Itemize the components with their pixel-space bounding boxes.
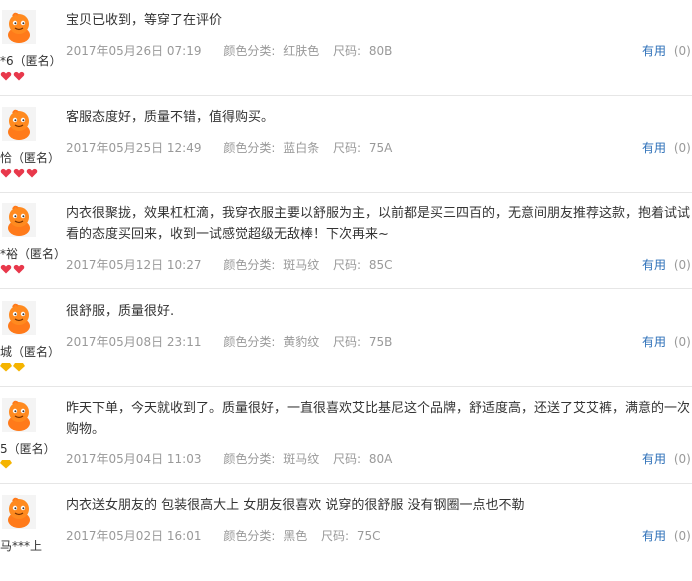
review-item: 恰（匿名） 客服态度好，质量不错，值得购买。 2017年05月25日 12:49… (0, 97, 692, 193)
avatar[interactable] (2, 10, 36, 44)
useful-button[interactable]: 有用 (642, 529, 666, 543)
useful-button[interactable]: 有用 (642, 44, 666, 58)
useful-vote: 有用 (0) (642, 450, 691, 467)
review-item: *6（匿名） 宝贝已收到，等穿了在评价 2017年05月26日 07:19 颜色… (0, 0, 692, 96)
avatar-icon (2, 203, 36, 237)
color-value: 红肤色 (283, 44, 320, 58)
review-item: 马***上 内衣送女朋友的 包装很高大上 女朋友很喜欢 说穿的很舒服 没有钢圈一… (0, 485, 692, 581)
review-text: 宝贝已收到，等穿了在评价 (66, 13, 223, 28)
review-date: 2017年05月04日 11:03 (66, 452, 202, 466)
useful-count: (0) (673, 141, 691, 155)
review-meta: 2017年05月26日 07:19 颜色分类: 红肤色 尺码: 80B (66, 42, 392, 59)
size-label: 尺码: (321, 529, 350, 543)
review-date: 2017年05月25日 12:49 (66, 141, 202, 155)
review-text: 昨天下单，今天就收到了。质量很好，一直很喜欢艾比基尼这个品牌，舒适度高，还送了艾… (66, 401, 691, 437)
review-meta: 2017年05月08日 23:11 颜色分类: 黄豹纹 尺码: 75B (66, 333, 392, 350)
review-date: 2017年05月26日 07:19 (66, 44, 202, 58)
review-meta: 2017年05月02日 16:01 颜色分类: 黑色 尺码: 75C (66, 527, 381, 544)
avatar[interactable] (2, 495, 36, 529)
size-value: 75C (356, 529, 381, 543)
diamond-level-icon (0, 363, 12, 372)
useful-count: (0) (673, 44, 691, 58)
review-item: 5（匿名） 昨天下单，今天就收到了。质量很好，一直很喜欢艾比基尼这个品牌，舒适度… (0, 388, 692, 484)
color-label: 颜色分类: (223, 258, 276, 272)
useful-count: (0) (673, 529, 691, 543)
review-date: 2017年05月12日 10:27 (66, 258, 202, 272)
reviewer-name: 5（匿名） (0, 442, 56, 456)
size-label: 尺码: (333, 335, 362, 349)
useful-vote: 有用 (0) (642, 42, 691, 59)
useful-count: (0) (673, 335, 691, 349)
useful-button[interactable]: 有用 (642, 452, 666, 466)
reviewer-level-badges (0, 71, 26, 83)
reviewer-level-badges (0, 264, 26, 276)
avatar[interactable] (2, 203, 36, 237)
review-meta: 2017年05月12日 10:27 颜色分类: 斑马纹 尺码: 85C (66, 256, 393, 273)
reviewer-name: 恰（匿名） (0, 151, 61, 165)
avatar-icon (2, 398, 36, 432)
reviewer-name: *6（匿名） (0, 54, 62, 68)
avatar-icon (2, 107, 36, 141)
useful-button[interactable]: 有用 (642, 335, 666, 349)
size-label: 尺码: (333, 452, 362, 466)
review-text: 内衣很聚拢，效果杠杠滴，我穿衣服主要以舒服为主，以前都是买三四百的，无意间朋友推… (66, 206, 691, 242)
useful-button[interactable]: 有用 (642, 141, 666, 155)
review-text: 客服态度好，质量不错，值得购买。 (66, 110, 275, 125)
review-date: 2017年05月02日 16:01 (66, 529, 202, 543)
avatar-icon (2, 301, 36, 335)
useful-vote: 有用 (0) (642, 333, 691, 350)
heart-level-icon (0, 168, 12, 178)
avatar[interactable] (2, 301, 36, 335)
size-value: 75B (368, 335, 393, 349)
size-value: 85C (368, 258, 393, 272)
heart-level-icon (13, 264, 25, 274)
reviewer-level-badges (0, 362, 26, 374)
useful-vote: 有用 (0) (642, 139, 691, 156)
useful-vote: 有用 (0) (642, 527, 691, 544)
reviewer-name: 城（匿名） (0, 345, 61, 359)
useful-vote: 有用 (0) (642, 256, 691, 273)
review-text: 内衣送女朋友的 包装很高大上 女朋友很喜欢 说穿的很舒服 没有钢圈一点也不勒 (66, 498, 525, 513)
color-value: 黄豹纹 (283, 335, 320, 349)
reviewer-name: 马***上 (0, 539, 43, 553)
color-label: 颜色分类: (223, 44, 276, 58)
size-value: 80B (368, 44, 393, 58)
useful-count: (0) (673, 258, 691, 272)
color-label: 颜色分类: (223, 529, 276, 543)
review-date: 2017年05月08日 23:11 (66, 335, 202, 349)
size-label: 尺码: (333, 141, 362, 155)
avatar[interactable] (2, 398, 36, 432)
useful-button[interactable]: 有用 (642, 258, 666, 272)
size-label: 尺码: (333, 44, 362, 58)
heart-level-icon (26, 168, 38, 178)
size-label: 尺码: (333, 258, 362, 272)
review-meta: 2017年05月04日 11:03 颜色分类: 斑马纹 尺码: 80A (66, 450, 392, 467)
heart-level-icon (13, 71, 25, 81)
diamond-level-icon (13, 363, 25, 372)
color-label: 颜色分类: (223, 452, 276, 466)
heart-level-icon (0, 264, 12, 274)
review-text: 很舒服，质量很好. (66, 304, 175, 319)
reviewer-level-badges (0, 459, 13, 471)
review-item: *裕（匿名） 内衣很聚拢，效果杠杠滴，我穿衣服主要以舒服为主，以前都是买三四百的… (0, 193, 692, 289)
color-label: 颜色分类: (223, 335, 276, 349)
color-value: 蓝白条 (283, 141, 320, 155)
reviewer-name: *裕（匿名） (0, 247, 67, 261)
size-value: 80A (368, 452, 393, 466)
color-value: 黑色 (283, 529, 308, 543)
size-value: 75A (368, 141, 393, 155)
avatar-icon (2, 10, 36, 44)
review-meta: 2017年05月25日 12:49 颜色分类: 蓝白条 尺码: 75A (66, 139, 392, 156)
review-item: 城（匿名） 很舒服，质量很好. 2017年05月08日 23:11 颜色分类: … (0, 291, 692, 387)
color-value: 斑马纹 (283, 452, 320, 466)
color-label: 颜色分类: (223, 141, 276, 155)
diamond-level-icon (0, 460, 12, 469)
color-value: 斑马纹 (283, 258, 320, 272)
useful-count: (0) (673, 452, 691, 466)
reviewer-level-badges (0, 168, 39, 180)
avatar[interactable] (2, 107, 36, 141)
avatar-icon (2, 495, 36, 529)
heart-level-icon (13, 168, 25, 178)
heart-level-icon (0, 71, 12, 81)
